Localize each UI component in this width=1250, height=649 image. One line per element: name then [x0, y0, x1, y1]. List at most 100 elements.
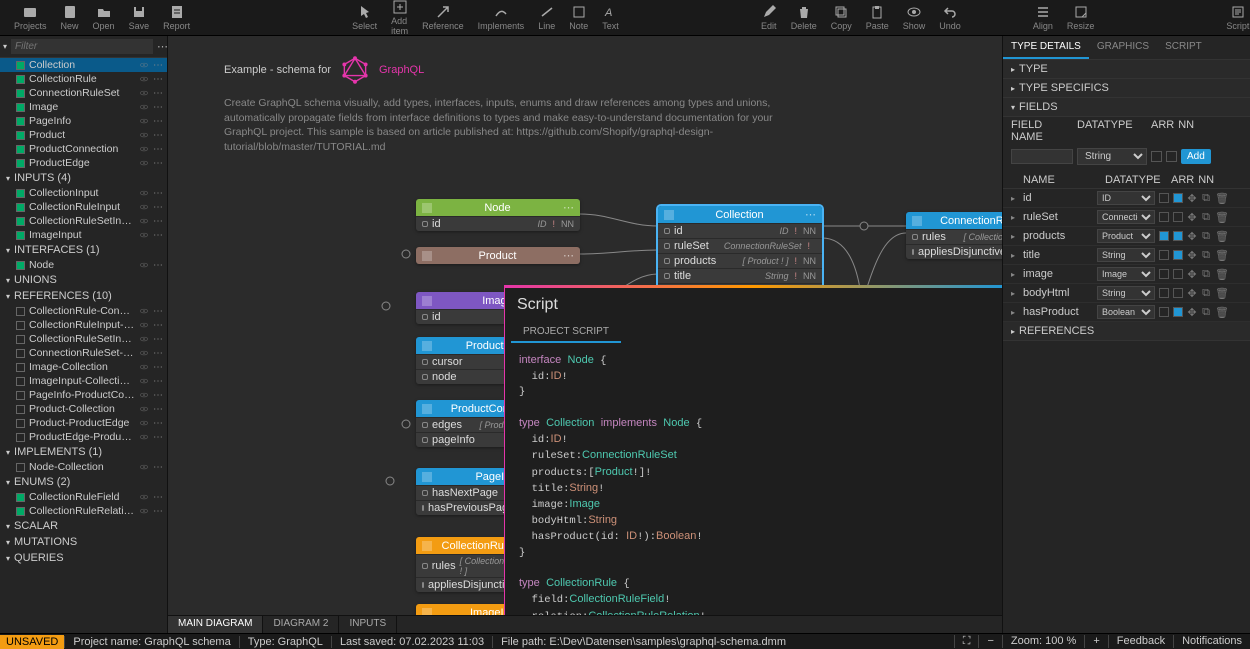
- tree-item[interactable]: CollectionRuleInput-Collec⋯: [0, 318, 167, 332]
- nn-checkbox[interactable]: [1173, 231, 1183, 241]
- field-type-select[interactable]: Image: [1097, 267, 1155, 281]
- chevron-icon[interactable]: ▸: [1011, 251, 1019, 260]
- toolbar-new[interactable]: New: [55, 2, 85, 33]
- checkbox-icon[interactable]: [16, 363, 25, 372]
- accordion-type specifics[interactable]: ▸TYPE SPECIFICS: [1003, 79, 1250, 98]
- nn-checkbox[interactable]: [1173, 269, 1183, 279]
- tree-item[interactable]: CollectionRule⋯: [0, 72, 167, 86]
- tree-item[interactable]: ImageInput-CollectionInpu⋯: [0, 374, 167, 388]
- more-icon[interactable]: ⋯: [563, 201, 574, 214]
- checkbox-icon[interactable]: [16, 391, 25, 400]
- inspector-tab[interactable]: GRAPHICS: [1089, 36, 1157, 59]
- more-icon[interactable]: ⋯: [153, 376, 163, 387]
- field-type-select[interactable]: ID: [1097, 191, 1155, 205]
- zoom-in-icon[interactable]: +: [1084, 635, 1107, 648]
- arr-checkbox[interactable]: [1159, 307, 1169, 317]
- checkbox-icon[interactable]: [16, 75, 25, 84]
- toolbar-paste[interactable]: Paste: [860, 2, 895, 33]
- more-icon[interactable]: ⋯: [153, 492, 163, 503]
- node-header[interactable]: Node⋯: [416, 199, 580, 216]
- arr-checkbox[interactable]: [1159, 250, 1169, 260]
- checkbox-icon[interactable]: [16, 419, 25, 428]
- tree-item[interactable]: PageInfo-ProductConnectio⋯: [0, 388, 167, 402]
- tree-item[interactable]: CollectionRuleField⋯: [0, 490, 167, 504]
- eye-icon[interactable]: [139, 144, 149, 154]
- toolbar-reference[interactable]: Reference: [416, 2, 470, 33]
- tree-group[interactable]: ▾UNIONS: [0, 272, 167, 288]
- more-icon[interactable]: ⋯: [153, 60, 163, 71]
- checkbox-icon[interactable]: [16, 117, 25, 126]
- chevron-down-icon[interactable]: ▾: [3, 42, 7, 51]
- arr-checkbox[interactable]: [1159, 231, 1169, 241]
- diagram-canvas[interactable]: Example - schema for GraphQL Create Grap…: [168, 36, 1002, 633]
- toolbar-line[interactable]: Line: [532, 2, 561, 33]
- more-icon[interactable]: ⋯: [153, 144, 163, 155]
- field-name-input[interactable]: [1011, 149, 1073, 164]
- eye-icon[interactable]: [139, 188, 149, 198]
- delete-icon[interactable]: 🗑: [1215, 230, 1225, 243]
- tree-item[interactable]: CollectionRuleSetInput⋯: [0, 214, 167, 228]
- checkbox-icon[interactable]: [16, 159, 25, 168]
- diagram-tab[interactable]: MAIN DIAGRAM: [168, 616, 263, 633]
- field-row[interactable]: idID!NN: [416, 216, 580, 231]
- tree-item[interactable]: Node-Collection⋯: [0, 460, 167, 474]
- eye-icon[interactable]: [139, 506, 149, 516]
- checkbox-icon[interactable]: [16, 61, 25, 70]
- tree-group[interactable]: ▾MUTATIONS: [0, 534, 167, 550]
- field-list-row[interactable]: ▸hasProductBoolean✥⧉🗑: [1003, 303, 1250, 322]
- field-type-select[interactable]: Boolean: [1097, 305, 1155, 319]
- checkbox-icon[interactable]: [16, 131, 25, 140]
- arr-checkbox[interactable]: [1159, 193, 1169, 203]
- checkbox-icon[interactable]: [16, 145, 25, 154]
- checkbox-icon[interactable]: [16, 231, 25, 240]
- script-tab[interactable]: PROJECT SCRIPT: [511, 322, 621, 343]
- field-row[interactable]: idID!NN: [658, 223, 822, 238]
- move-icon[interactable]: ✥: [1187, 306, 1197, 319]
- toolbar-resize[interactable]: Resize: [1061, 2, 1101, 33]
- field-list-row[interactable]: ▸titleString✥⧉🗑: [1003, 246, 1250, 265]
- toolbar-save[interactable]: Save: [123, 2, 156, 33]
- tree-group[interactable]: ▾IMPLEMENTS (1): [0, 444, 167, 460]
- arr-checkbox[interactable]: [1151, 151, 1162, 162]
- copy-icon[interactable]: ⧉: [1201, 192, 1211, 205]
- more-icon[interactable]: ⋯: [153, 432, 163, 443]
- more-icon[interactable]: ⋯: [153, 102, 163, 113]
- toolbar-add-item[interactable]: Add item: [385, 0, 414, 38]
- more-icon[interactable]: ⋯: [153, 362, 163, 373]
- move-icon[interactable]: ✥: [1187, 249, 1197, 262]
- more-icon[interactable]: ⋯: [153, 230, 163, 241]
- chevron-icon[interactable]: ▸: [1011, 289, 1019, 298]
- toolbar-undo[interactable]: Undo: [933, 2, 967, 33]
- toolbar-report[interactable]: Report: [157, 2, 196, 33]
- eye-icon[interactable]: [139, 116, 149, 126]
- tree-item[interactable]: CollectionRuleSetInput-Col⋯: [0, 332, 167, 346]
- more-icon[interactable]: ⋯: [153, 404, 163, 415]
- chevron-icon[interactable]: ▸: [1011, 308, 1019, 317]
- delete-icon[interactable]: 🗑: [1215, 211, 1225, 224]
- more-icon[interactable]: ⋯: [153, 88, 163, 99]
- checkbox-icon[interactable]: [16, 261, 25, 270]
- copy-icon[interactable]: ⧉: [1201, 306, 1211, 319]
- more-icon[interactable]: ⋯: [153, 306, 163, 317]
- arr-checkbox[interactable]: [1159, 269, 1169, 279]
- tree-group[interactable]: ▾QUERIES: [0, 550, 167, 566]
- tree-group[interactable]: ▾INTERFACES (1): [0, 242, 167, 258]
- filter-input[interactable]: [11, 39, 153, 54]
- field-type-select[interactable]: String: [1097, 286, 1155, 300]
- field-type-select[interactable]: String: [1097, 248, 1155, 262]
- diagram-tab[interactable]: DIAGRAM 2: [263, 616, 339, 633]
- nn-checkbox[interactable]: [1173, 288, 1183, 298]
- more-icon[interactable]: ⋯: [153, 390, 163, 401]
- tree-group[interactable]: ▾INPUTS (4): [0, 170, 167, 186]
- checkbox-icon[interactable]: [16, 321, 25, 330]
- move-icon[interactable]: ✥: [1187, 192, 1197, 205]
- node-Product[interactable]: Product⋯: [416, 247, 580, 264]
- filter-more-icon[interactable]: ⋯: [157, 40, 168, 53]
- inspector-tab[interactable]: SCRIPT: [1157, 36, 1210, 59]
- eye-icon[interactable]: [139, 260, 149, 270]
- more-icon[interactable]: ⋯: [153, 202, 163, 213]
- tree-item[interactable]: CollectionInput⋯: [0, 186, 167, 200]
- tree-item[interactable]: CollectionRuleRelation⋯: [0, 504, 167, 518]
- eye-icon[interactable]: [139, 306, 149, 316]
- inspector-tab[interactable]: TYPE DETAILS: [1003, 36, 1089, 59]
